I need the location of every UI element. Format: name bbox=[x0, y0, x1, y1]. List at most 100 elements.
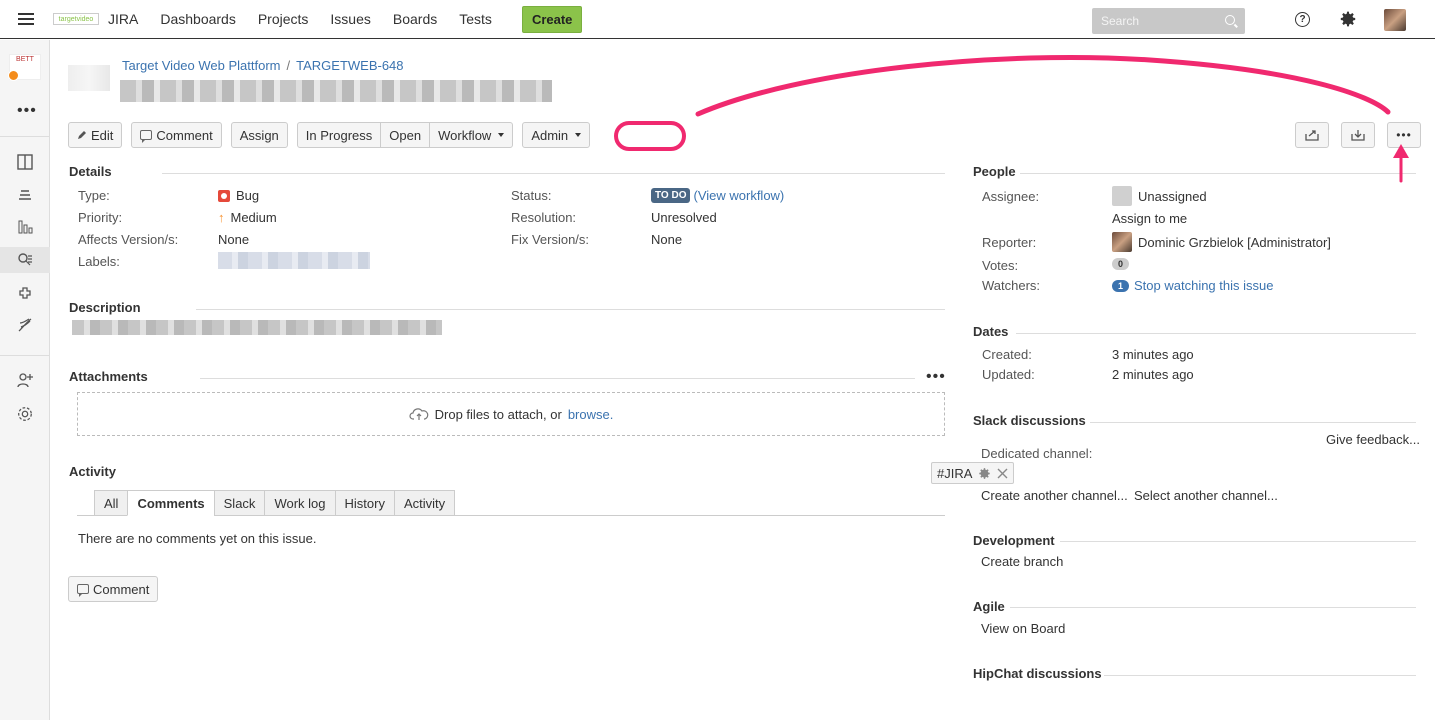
attachments-more-icon[interactable]: ••• bbox=[926, 368, 946, 386]
brand-name[interactable]: JIRA bbox=[108, 11, 138, 27]
affects-version-label: Affects Version/s: bbox=[78, 232, 179, 247]
labels-label: Labels: bbox=[78, 254, 120, 269]
more-icon[interactable]: ••• bbox=[17, 102, 37, 120]
reporter-avatar[interactable] bbox=[1112, 232, 1132, 252]
dates-divider bbox=[1016, 333, 1416, 334]
resolution-label: Resolution: bbox=[511, 210, 577, 225]
tab-slack[interactable]: Slack bbox=[213, 490, 266, 516]
dedicated-channel-label: Dedicated channel: bbox=[981, 446, 1093, 461]
priority-value: ↑ Medium bbox=[218, 210, 277, 225]
description-text-redacted[interactable] bbox=[72, 320, 442, 335]
create-branch-link[interactable]: Create branch bbox=[981, 554, 1063, 569]
brand-logo[interactable]: targetvideo bbox=[53, 13, 99, 25]
issues-search-icon[interactable] bbox=[0, 247, 50, 273]
votes-label: Votes: bbox=[982, 258, 1019, 273]
open-button[interactable]: Open bbox=[380, 122, 431, 148]
priority-value-text: Medium bbox=[230, 210, 277, 225]
add-user-icon[interactable] bbox=[16, 371, 34, 389]
add-comment-button[interactable]: Comment bbox=[68, 576, 159, 602]
drop-text: Drop files to attach, or bbox=[434, 406, 562, 422]
comment-icon bbox=[77, 584, 89, 597]
attachment-dropzone[interactable]: Drop files to attach, or browse. bbox=[77, 392, 945, 436]
export-icon bbox=[1351, 130, 1365, 141]
resolution-value: Unresolved bbox=[651, 210, 717, 225]
reporter-value-text[interactable]: Dominic Grzbielok [Administrator] bbox=[1138, 235, 1331, 250]
details-divider bbox=[162, 173, 945, 174]
help-icon[interactable]: ? bbox=[1295, 12, 1310, 27]
more-actions-button[interactable]: ••• bbox=[1387, 122, 1421, 148]
votes-value: 0 bbox=[1112, 258, 1129, 270]
edit-button[interactable]: Edit bbox=[68, 122, 123, 148]
agile-divider bbox=[1010, 607, 1416, 608]
menu-icon[interactable] bbox=[18, 13, 34, 25]
create-another-channel-link[interactable]: Create another channel... bbox=[981, 488, 1128, 503]
share-button[interactable] bbox=[1295, 122, 1329, 148]
search-input[interactable] bbox=[1092, 14, 1212, 28]
issue-summary-redacted[interactable] bbox=[120, 80, 552, 102]
stop-watching-link[interactable]: Stop watching this issue bbox=[1134, 278, 1273, 293]
close-icon[interactable] bbox=[997, 468, 1008, 479]
workflow-dropdown[interactable]: Workflow bbox=[429, 122, 514, 148]
assign-button[interactable]: Assign bbox=[230, 122, 288, 148]
give-feedback-link[interactable]: Give feedback... bbox=[1326, 432, 1420, 447]
comment-button[interactable]: Comment bbox=[131, 122, 222, 148]
slack-heading: Slack discussions bbox=[973, 413, 1086, 428]
project-sidebar: BETT ••• bbox=[0, 40, 50, 720]
tab-comments[interactable]: Comments bbox=[127, 490, 215, 516]
export-button[interactable] bbox=[1341, 122, 1375, 148]
tab-work-log[interactable]: Work log bbox=[264, 490, 336, 516]
people-heading: People bbox=[973, 164, 1016, 179]
votes-count[interactable]: 0 bbox=[1112, 258, 1129, 270]
nav-dashboards[interactable]: Dashboards bbox=[160, 11, 236, 27]
breadcrumb-project-link[interactable]: Target Video Web Plattform bbox=[122, 58, 281, 73]
project-badge-icon bbox=[8, 70, 19, 81]
channel-chip[interactable]: #JIRA bbox=[931, 462, 1015, 484]
in-progress-button[interactable]: In Progress bbox=[296, 122, 382, 148]
view-workflow-link[interactable]: (View workflow) bbox=[693, 188, 784, 203]
nav-projects[interactable]: Projects bbox=[258, 11, 309, 27]
board-icon[interactable] bbox=[16, 153, 34, 171]
brand-logo-text: targetvideo bbox=[58, 15, 94, 23]
view-on-board-link[interactable]: View on Board bbox=[981, 621, 1065, 636]
details-heading: Details bbox=[69, 164, 112, 179]
addons-icon[interactable] bbox=[16, 285, 34, 303]
assign-to-me-link[interactable]: Assign to me bbox=[1112, 211, 1187, 226]
labels-value-redacted[interactable] bbox=[218, 252, 370, 269]
backlog-icon[interactable] bbox=[16, 185, 34, 203]
created-value: 3 minutes ago bbox=[1112, 347, 1194, 362]
select-another-channel-link[interactable]: Select another channel... bbox=[1134, 488, 1278, 503]
project-logo-text: BETT bbox=[16, 56, 34, 63]
status-value: TO DO (View workflow) bbox=[651, 188, 784, 203]
browse-link[interactable]: browse. bbox=[568, 407, 614, 422]
attachments-divider bbox=[200, 378, 915, 379]
chevron-down-icon bbox=[498, 133, 505, 137]
breadcrumb-issue-key-link[interactable]: TARGETWEB-648 bbox=[296, 58, 403, 73]
user-avatar[interactable] bbox=[1384, 9, 1406, 31]
people-divider bbox=[1020, 173, 1416, 174]
create-button[interactable]: Create bbox=[521, 5, 583, 33]
settings-icon[interactable] bbox=[16, 405, 34, 423]
share-icon bbox=[1305, 130, 1319, 141]
updated-label: Updated: bbox=[982, 367, 1035, 382]
release-icon[interactable] bbox=[16, 316, 34, 334]
watchers-count[interactable]: 1 bbox=[1112, 279, 1129, 292]
tab-history[interactable]: History bbox=[334, 490, 395, 516]
gear-icon[interactable] bbox=[1339, 10, 1357, 28]
reporter-label: Reporter: bbox=[982, 235, 1037, 250]
description-heading: Description bbox=[69, 300, 141, 315]
status-label: Status: bbox=[511, 188, 552, 203]
status-lozenge: TO DO bbox=[651, 188, 691, 203]
cloud-upload-icon bbox=[409, 408, 429, 420]
slack-divider bbox=[1090, 422, 1416, 423]
reports-icon[interactable] bbox=[16, 218, 34, 236]
no-comments-text: There are no comments yet on this issue. bbox=[78, 531, 317, 546]
gear-icon[interactable] bbox=[978, 467, 991, 480]
nav-issues[interactable]: Issues bbox=[330, 11, 370, 27]
nav-boards[interactable]: Boards bbox=[393, 11, 437, 27]
admin-dropdown[interactable]: Admin bbox=[522, 122, 591, 148]
tab-all[interactable]: All bbox=[94, 490, 129, 516]
tab-activity[interactable]: Activity bbox=[393, 490, 456, 516]
nav-tests[interactable]: Tests bbox=[459, 11, 492, 27]
attachments-heading: Attachments bbox=[69, 369, 148, 384]
search-icon[interactable] bbox=[1225, 15, 1235, 25]
